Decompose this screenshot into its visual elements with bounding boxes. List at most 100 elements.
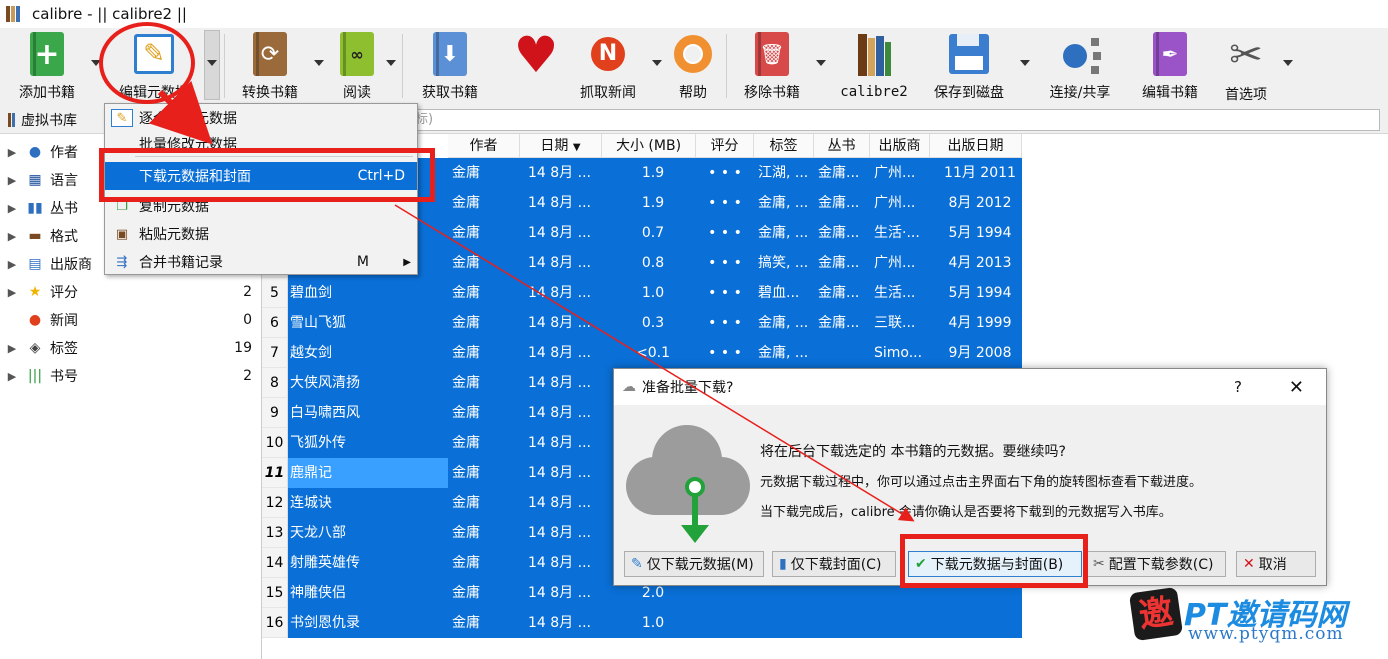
cell-date: 14 8月 ... — [528, 435, 591, 451]
row-number: 15 — [262, 578, 288, 608]
row-cells: 越女剑 金庸 14 8月 ... <0.1 • • • 金庸, ... Simo... 9月 … — [288, 338, 1022, 368]
cell-publisher — [874, 608, 934, 638]
expand-arrow-icon[interactable]: ▶ — [0, 342, 24, 355]
expand-arrow-icon[interactable]: ▶ — [0, 146, 24, 159]
help-button[interactable]: 帮助 — [668, 28, 718, 102]
tag-category-rating[interactable]: ▶ ★ 评分 2 — [0, 278, 258, 306]
convert-dropdown-arrow[interactable] — [314, 60, 324, 66]
cell-title: 书剑恩仇录 — [290, 615, 360, 631]
save-dropdown-arrow[interactable] — [1020, 60, 1030, 66]
cell-date: 14 8月 ... — [528, 285, 591, 301]
expand-arrow-icon[interactable]: ▶ — [0, 258, 24, 271]
cell-pubdate: 8月 2012 — [948, 195, 1012, 211]
donate-button[interactable]: ♥ — [508, 28, 564, 102]
cell-size: 0.7 — [641, 225, 665, 241]
download-cover-only-button[interactable]: ▮ 仅下载封面(C) — [772, 551, 896, 577]
view-dropdown-arrow[interactable] — [386, 60, 396, 66]
cell-publisher: 广州... — [874, 195, 916, 211]
table-row[interactable]: 7 越女剑 金庸 14 8月 ... <0.1 • • • 金庸, ... Simo... 9月… — [262, 338, 1022, 368]
library-button[interactable]: calibre2 — [836, 28, 912, 102]
cell-author: 金庸 — [452, 375, 480, 391]
edit-metadata-dropdown-arrow[interactable] — [207, 60, 217, 66]
row-number: 9 — [262, 398, 288, 428]
fetch-news-dropdown-arrow[interactable] — [652, 60, 662, 66]
paste-icon: ▣ — [115, 226, 129, 242]
get-books-button[interactable]: ⬇ 获取书籍 — [416, 28, 484, 102]
cell-author: 金庸 — [452, 345, 480, 361]
tag-category-identifiers[interactable]: ▶ ||| 书号 2 — [0, 362, 258, 390]
column-header-publisher[interactable]: 出版商 — [870, 134, 930, 158]
cell-date: 14 8月 ... — [528, 465, 591, 481]
row-cells: 碧血剑 金庸 14 8月 ... 1.0 • • • 碧血... 金庸... 生活... 5月 … — [288, 278, 1022, 308]
cell-author: 金庸 — [452, 225, 480, 241]
column-header-pubdate[interactable]: 出版日期 — [930, 134, 1022, 158]
help-button[interactable]: ? — [1234, 378, 1242, 396]
column-header-series[interactable]: 丛书 — [814, 134, 870, 158]
tag-icon: ◈ — [29, 340, 41, 356]
menu-item-edit-individually[interactable]: ✎ 逐个修改元数据 — [105, 104, 417, 132]
cell-rating: • • • — [708, 195, 742, 211]
remove-dropdown-arrow[interactable] — [816, 60, 826, 66]
column-header-author[interactable]: 作者 — [448, 134, 520, 158]
cloud-download-icon — [626, 417, 756, 547]
table-row[interactable]: 5 碧血剑 金庸 14 8月 ... 1.0 • • • 碧血... 金庸... 生活... 5月… — [262, 278, 1022, 308]
cell-date: 14 8月 ... — [528, 615, 591, 631]
add-books-button[interactable]: + 添加书籍 — [12, 28, 82, 102]
cancel-button[interactable]: ✕ 取消 — [1236, 551, 1316, 577]
cell-title: 神雕侠侣 — [290, 585, 346, 601]
download-metadata-only-button[interactable]: ✎ 仅下载元数据(M) — [624, 551, 764, 577]
column-header-date[interactable]: 日期 ▼ — [520, 134, 602, 158]
menu-item-merge-books[interactable]: ⇶ 合并书籍记录 M ▶ — [105, 248, 417, 276]
cell-date: 14 8月 ... — [528, 255, 591, 271]
dialog-message-3: 当下载完成后，calibre 会请你确认是否要将下载到的元数据写入书库。 — [760, 505, 1172, 520]
save-to-disk-button[interactable]: 保存到磁盘 — [928, 28, 1010, 102]
cell-series: 金庸... — [818, 315, 860, 331]
watermark-site: www.ptyqm.com — [1188, 624, 1344, 644]
user-icon: ● — [28, 144, 42, 160]
cell-series: 金庸... — [818, 255, 860, 271]
close-button[interactable]: ✕ — [1289, 377, 1304, 398]
trash-book-icon: 🗑 — [749, 32, 795, 76]
table-row[interactable]: 16 书剑恩仇录 金庸 14 8月 ... 1.0 — [262, 608, 1022, 638]
connect-share-button[interactable]: 连接/共享 — [1042, 28, 1118, 102]
main-toolbar: + 添加书籍 ✎ 编辑元数据 ⟳ 转换书籍 ∞ 阅读 ⬇ 获取书籍 ♥ N 抓取… — [0, 28, 1388, 106]
expand-arrow-icon[interactable]: ▶ — [0, 230, 24, 243]
annotation-circle-edit-metadata — [99, 22, 195, 104]
tools-icon: ✂ — [1093, 556, 1105, 572]
configure-download-button[interactable]: ✂ 配置下载参数(C) — [1086, 551, 1226, 577]
view-button[interactable]: ∞ 阅读 — [330, 28, 384, 102]
cell-size: 1.9 — [641, 165, 665, 181]
annotation-box-dialog-button — [900, 534, 1088, 588]
remove-books-button[interactable]: 🗑 移除书籍 — [738, 28, 806, 102]
menu-item-paste-metadata[interactable]: ▣ 粘贴元数据 — [105, 220, 417, 248]
expand-arrow-icon[interactable]: ▶ — [0, 202, 24, 215]
expand-arrow-icon[interactable]: ▶ — [0, 286, 24, 299]
search-input[interactable]: 标) — [410, 109, 1380, 131]
row-number: 16 — [262, 608, 288, 638]
expand-arrow-icon[interactable]: ▶ — [0, 174, 24, 187]
column-header-tags[interactable]: 标签 — [754, 134, 814, 158]
fetch-news-button[interactable]: N 抓取新闻 — [574, 28, 642, 102]
row-number: 6 — [262, 308, 288, 338]
tag-category-news[interactable]: ● 新闻 0 — [0, 306, 258, 334]
row-number: 10 — [262, 428, 288, 458]
convert-books-button[interactable]: ⟳ 转换书籍 — [236, 28, 304, 102]
cell-title: 白马啸西风 — [290, 405, 360, 421]
formats-book-icon: ▬ — [28, 228, 42, 244]
edit-book-button[interactable]: ✒ 编辑书籍 — [1136, 28, 1204, 102]
column-header-size[interactable]: 大小 (MB) — [602, 134, 696, 158]
preferences-button[interactable]: ✂ 首选项 — [1218, 28, 1274, 103]
cell-publisher: 广州... — [874, 255, 916, 271]
virtual-library-button[interactable]: 虚拟书库 — [0, 110, 77, 130]
column-header-rating[interactable]: 评分 — [696, 134, 754, 158]
expand-arrow-icon[interactable]: ▶ — [0, 370, 24, 383]
cell-series: 金庸... — [818, 285, 860, 301]
tag-category-tags[interactable]: ▶ ◈ 标签 19 — [0, 334, 258, 362]
table-row[interactable]: 6 雪山飞狐 金庸 14 8月 ... 0.3 • • • 金庸, ... 金庸... 三联..… — [262, 308, 1022, 338]
row-number: 5 — [262, 278, 288, 308]
cell-title: 碧血剑 — [290, 285, 332, 301]
cell-tags: 金庸, ... — [758, 345, 809, 361]
preferences-dropdown-arrow[interactable] — [1283, 60, 1293, 66]
toolbar-separator — [224, 34, 225, 98]
edit-icon: ✎ — [111, 109, 133, 127]
